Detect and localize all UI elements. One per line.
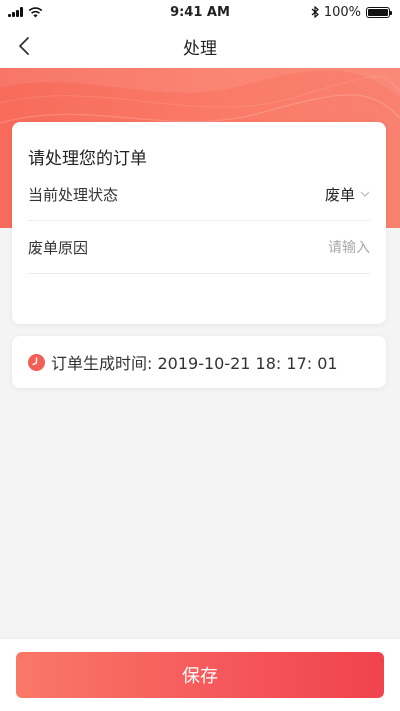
status-select-value: 废单 bbox=[324, 185, 355, 204]
status-row-label: 当前处理状态 bbox=[28, 185, 119, 204]
order-card-title: 请处理您的订单 bbox=[28, 149, 147, 169]
bluetooth-icon bbox=[311, 6, 319, 18]
battery-percent: 100% bbox=[323, 4, 361, 20]
chevron-down-icon bbox=[360, 191, 370, 197]
order-time-card: 订单生成时间: 2019-10-21 18: 17: 01 bbox=[12, 336, 386, 388]
battery-icon bbox=[366, 6, 392, 18]
status-bar: 9:41 AM 100% bbox=[0, 0, 400, 24]
reason-input[interactable]: 请输入 bbox=[328, 237, 370, 257]
save-button[interactable]: 保存 bbox=[16, 652, 384, 698]
reason-row[interactable]: 废单原因 请输入 bbox=[28, 221, 370, 274]
back-button[interactable] bbox=[10, 32, 38, 60]
status-bar-right: 100% bbox=[311, 4, 392, 20]
status-row[interactable]: 当前处理状态 废单 bbox=[28, 168, 370, 221]
signal-icon bbox=[8, 7, 23, 17]
order-card: 请处理您的订单 当前处理状态 废单 废单原因 请输入 bbox=[12, 122, 386, 324]
nav-bar: 处理 bbox=[0, 24, 400, 68]
reason-row-label: 废单原因 bbox=[28, 238, 89, 257]
screen: 9:41 AM 100% 处理 请处理您的订单 当前处理状态 废单 废单原因 请… bbox=[0, 0, 400, 711]
page-title: 处理 bbox=[183, 38, 217, 59]
battery-level bbox=[368, 8, 388, 16]
status-select[interactable]: 废单 bbox=[325, 184, 370, 205]
bottom-bar: 保存 bbox=[0, 638, 400, 711]
status-bar-left bbox=[8, 6, 43, 18]
order-time-text: 订单生成时间: 2019-10-21 18: 17: 01 bbox=[51, 354, 338, 373]
chevron-left-icon bbox=[19, 37, 29, 55]
wifi-icon bbox=[28, 6, 43, 17]
clock-icon bbox=[28, 353, 45, 371]
